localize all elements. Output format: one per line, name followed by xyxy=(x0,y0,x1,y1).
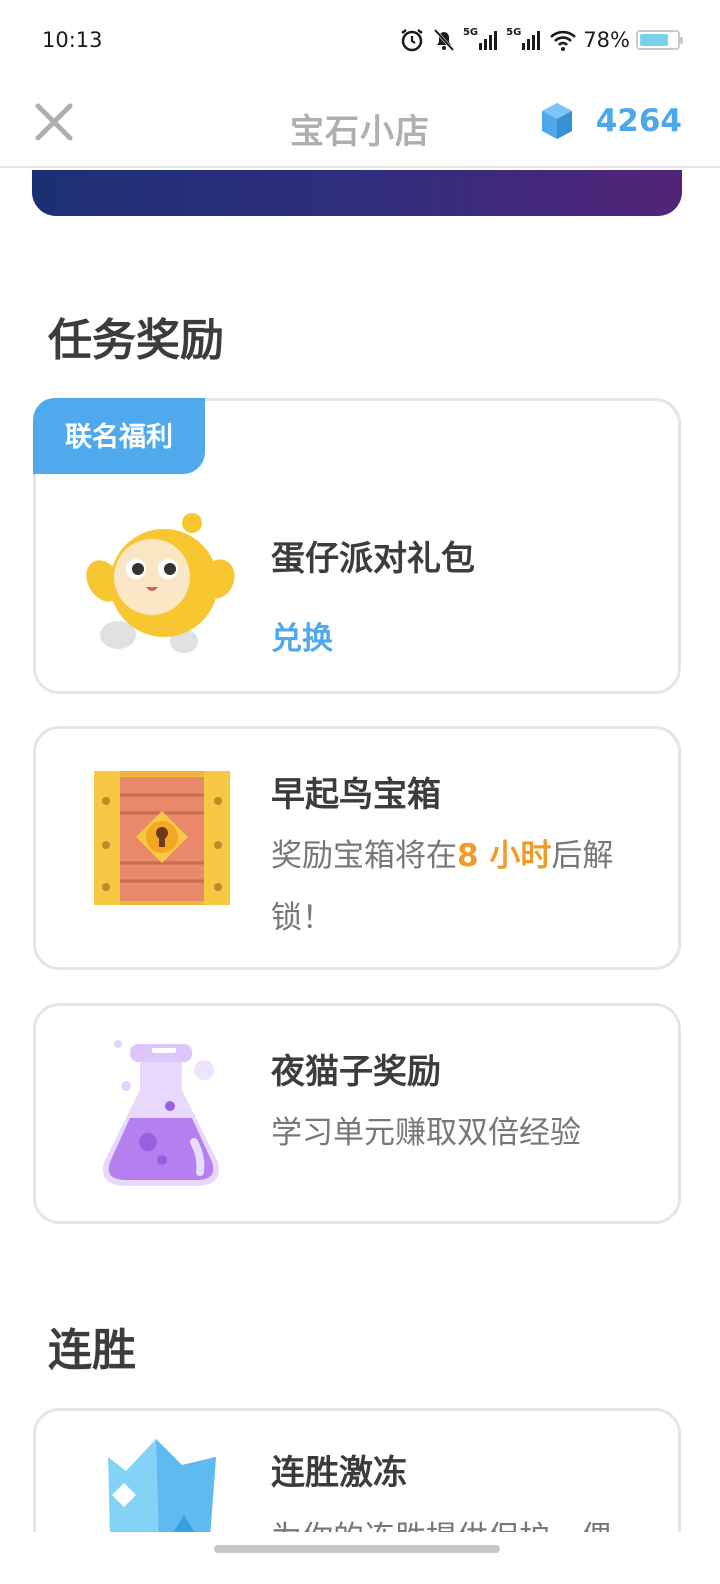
top-bar: 宝石小店 4264 xyxy=(0,80,720,168)
section-title-streak: 连胜 xyxy=(48,1325,136,1376)
reward-card-early-bird[interactable]: 早起鸟宝箱 奖励宝箱将在8 小时后解锁！ xyxy=(33,726,681,970)
streak-freeze-card[interactable]: 连胜激冻 为你的连胜提供保护，偶 xyxy=(33,1408,681,1532)
reward-card-night-owl[interactable]: 夜猫子奖励 学习单元赚取双倍经验 xyxy=(33,1003,681,1224)
gem-balance: 4264 xyxy=(540,102,682,140)
gem-icon xyxy=(541,103,572,139)
status-time: 10:13 xyxy=(42,28,103,52)
mute-bell-icon xyxy=(433,28,455,52)
wifi-icon xyxy=(550,30,577,51)
collab-tag: 联名福利 xyxy=(33,398,205,474)
gem-count: 4264 xyxy=(595,103,682,139)
network-2-label: 5G xyxy=(506,26,522,38)
alarm-icon xyxy=(401,29,423,52)
section-title-rewards: 任务奖励 xyxy=(48,315,224,366)
card-description: 为你的连胜提供保护，偶 xyxy=(271,1507,671,1532)
desc-highlight-hours: 8 小时 xyxy=(457,838,552,874)
reward-card-eggy[interactable]: 联名福利 蛋仔派对礼包 兑换 xyxy=(33,398,681,694)
home-indicator[interactable] xyxy=(214,1545,500,1553)
battery-indicator: 78% xyxy=(583,28,683,52)
battery-level xyxy=(640,34,669,46)
streak-card-clip: 连胜激冻 为你的连胜提供保护，偶 xyxy=(0,1400,720,1532)
card-title: 连胜激冻 xyxy=(271,1453,407,1493)
signal-icon xyxy=(479,31,498,50)
status-icons: 5G 5G 78% xyxy=(399,26,683,53)
card-title: 夜猫子奖励 xyxy=(271,1052,441,1092)
desc-prefix: 奖励宝箱将在 xyxy=(271,838,457,874)
battery-icon xyxy=(636,30,683,50)
card-description: 奖励宝箱将在8 小时后解锁！ xyxy=(271,825,651,949)
status-bar: 10:13 5G 5G 78% xyxy=(0,0,720,80)
battery-percent: 78% xyxy=(583,28,630,52)
card-description: 学习单元赚取双倍经验 xyxy=(271,1115,581,1151)
promo-banner[interactable] xyxy=(32,170,682,216)
network-1-label: 5G xyxy=(462,26,479,38)
potion-flask-icon xyxy=(102,1040,220,1186)
treasure-chest-icon xyxy=(94,771,230,905)
redeem-button[interactable]: 兑换 xyxy=(271,613,333,658)
card-title: 早起鸟宝箱 xyxy=(271,775,441,815)
signal-icon-2 xyxy=(522,31,541,50)
card-title: 蛋仔派对礼包 xyxy=(271,539,475,579)
streak-freeze-icon xyxy=(108,1439,216,1532)
eggy-mascot-icon xyxy=(86,513,235,653)
